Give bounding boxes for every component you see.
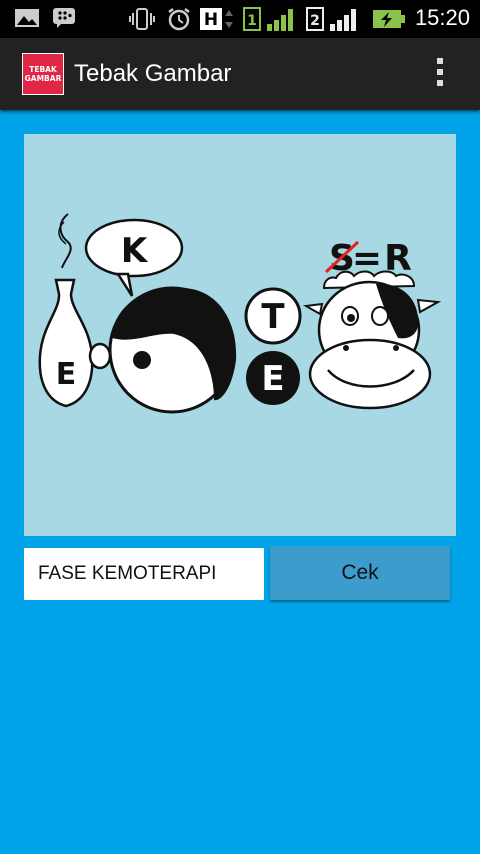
cow-illustration [302,270,442,410]
svg-text:1: 1 [247,13,257,29]
answer-input[interactable] [24,548,264,600]
overflow-menu-icon[interactable] [436,58,444,90]
svg-text:E: E [261,359,284,399]
battery-charging-icon [373,10,405,28]
vibrate-icon [129,8,155,30]
svg-text:H: H [204,10,218,30]
sim1-signal-icon: 1 [243,7,293,31]
svg-text:E: E [56,357,77,392]
check-button[interactable]: Cek [270,546,450,600]
bbm-icon [53,8,75,28]
app-title: Tebak Gambar [74,60,232,87]
h-network-icon: H [200,8,233,30]
puzzle-image: E K T E S = R [24,134,456,536]
vase-illustration: E [38,213,94,408]
svg-text:2: 2 [310,13,320,29]
emo-face-illustration [88,286,237,414]
sim2-signal-icon: 2 [306,7,356,31]
speech-bubble: K [84,218,184,297]
svg-text:T: T [261,297,285,337]
app-logo[interactable]: TEBAK GAMBAR [22,53,64,95]
svg-text:K: K [121,231,149,271]
action-bar: TEBAK GAMBAR Tebak Gambar [0,38,480,110]
gallery-icon [15,9,39,27]
alarm-icon [168,8,190,31]
status-time: 15:20 [414,5,470,30]
letter-circles: T E [244,287,302,405]
status-bar: H 1 2 15:20 [0,0,480,38]
